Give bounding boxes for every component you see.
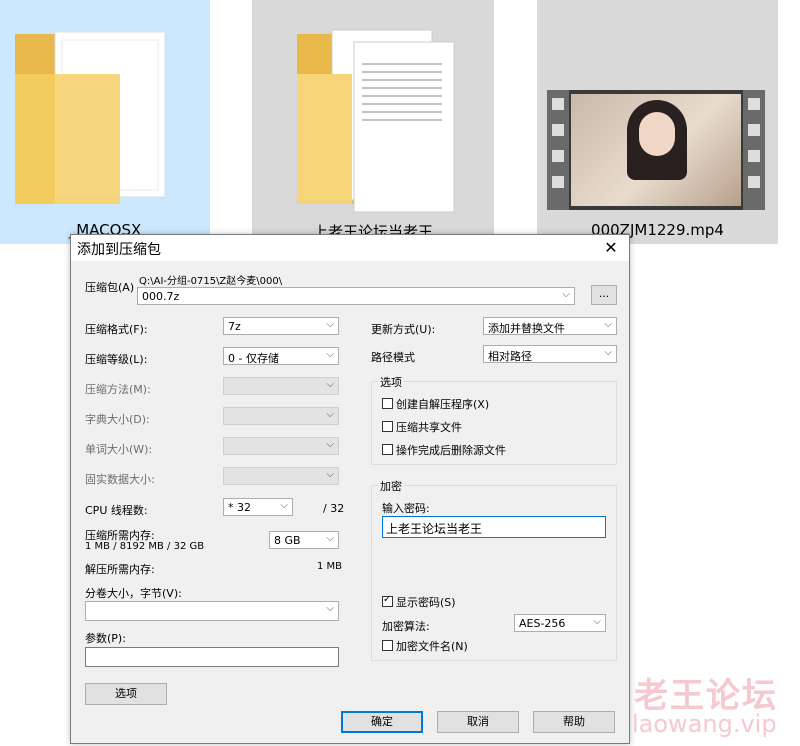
chevron-down-icon: ⌵ bbox=[326, 439, 334, 450]
show-password-checkbox[interactable] bbox=[382, 594, 393, 607]
shared-checkbox[interactable] bbox=[382, 421, 393, 432]
solid-select: ⌵ bbox=[223, 467, 339, 485]
path-mode-value: 相对路径 bbox=[488, 350, 532, 363]
threads-select[interactable]: * 32 ⌵ bbox=[223, 498, 293, 516]
video-thumbnail bbox=[547, 90, 765, 210]
chevron-down-icon: ⌵ bbox=[326, 533, 334, 544]
password-input[interactable]: 上老王论坛当老王 bbox=[382, 516, 606, 538]
chevron-down-icon: ⌵ bbox=[326, 379, 334, 390]
mem-compress-value: 8 GB bbox=[274, 534, 301, 547]
level-value: 0 - 仅存储 bbox=[228, 352, 279, 365]
mem-decompress-value: 1 MB bbox=[317, 561, 343, 572]
volume-combo[interactable]: ⌵ bbox=[85, 601, 339, 621]
title-bar: 添加到压缩包 ✕ bbox=[71, 235, 629, 261]
chevron-down-icon: ⌵ bbox=[326, 603, 334, 614]
cancel-button[interactable]: 取消 bbox=[437, 711, 519, 733]
chevron-down-icon: ⌵ bbox=[326, 319, 334, 330]
help-button[interactable]: 帮助 bbox=[533, 711, 615, 733]
chevron-down-icon: ⌵ bbox=[280, 500, 288, 511]
explorer-item-video[interactable]: 000ZJM1229.mp4 bbox=[537, 0, 778, 244]
word-select: ⌵ bbox=[223, 437, 339, 455]
format-select[interactable]: 7z ⌵ bbox=[223, 317, 339, 335]
chevron-down-icon: ⌵ bbox=[326, 469, 334, 480]
watermark-url: laowang.vip bbox=[632, 710, 777, 738]
browse-button[interactable]: ... bbox=[591, 285, 617, 305]
encryption-method-label: 加密算法: bbox=[382, 620, 430, 633]
encryption-group: 加密 输入密码: 上老王论坛当老王 显示密码(S) 加密算法: AES-256 … bbox=[371, 478, 617, 661]
chevron-down-icon: ⌵ bbox=[604, 347, 612, 358]
method-select: ⌵ bbox=[223, 377, 339, 395]
encrypt-names-checkbox[interactable] bbox=[382, 640, 393, 651]
explorer-item-macosx[interactable]: _MACOSX bbox=[0, 0, 210, 244]
mem-compress-select[interactable]: 8 GB ⌵ bbox=[269, 531, 339, 549]
update-mode-value: 添加并替换文件 bbox=[488, 322, 565, 335]
folder-icon bbox=[297, 29, 455, 213]
mem-decompress-label: 解压所需内存: bbox=[85, 563, 155, 576]
archive-label: 压缩包(A) bbox=[85, 281, 135, 294]
show-password-label: 显示密码(S) bbox=[396, 596, 456, 609]
chevron-down-icon: ⌵ bbox=[593, 616, 601, 627]
threads-label: CPU 线程数: bbox=[85, 504, 148, 517]
ok-button[interactable]: 确定 bbox=[341, 711, 423, 733]
archive-path: Q:\AI-分组-0715\Z赵今麦\000\ bbox=[139, 276, 283, 287]
level-label: 压缩等级(L): bbox=[85, 353, 148, 366]
encryption-group-title: 加密 bbox=[378, 478, 404, 494]
threads-value: * 32 bbox=[228, 501, 251, 514]
path-mode-select[interactable]: 相对路径 ⌵ bbox=[483, 345, 617, 363]
options-button[interactable]: 选项 bbox=[85, 683, 167, 705]
explorer-item-folder[interactable]: 上老王论坛当老王 bbox=[252, 0, 494, 244]
update-mode-select[interactable]: 添加并替换文件 ⌵ bbox=[483, 317, 617, 335]
dialog-title: 添加到压缩包 bbox=[77, 242, 161, 258]
threads-max: / 32 bbox=[323, 502, 345, 515]
params-label: 参数(P): bbox=[85, 632, 126, 645]
path-mode-label: 路径模式 bbox=[371, 351, 415, 364]
format-label: 压缩格式(F): bbox=[85, 323, 148, 336]
delete-label: 操作完成后删除源文件 bbox=[396, 444, 506, 457]
dict-select: ⌵ bbox=[223, 407, 339, 425]
folder-icon bbox=[15, 31, 166, 204]
dict-label: 字典大小(D): bbox=[85, 413, 150, 426]
delete-checkbox[interactable] bbox=[382, 444, 393, 455]
close-icon[interactable]: ✕ bbox=[599, 237, 623, 259]
shared-label: 压缩共享文件 bbox=[396, 421, 462, 434]
encrypt-names-label: 加密文件名(N) bbox=[396, 640, 468, 653]
archive-name-value: 000.7z bbox=[142, 290, 180, 303]
mem-compress-detail: 1 MB / 8192 MB / 32 GB bbox=[85, 541, 205, 552]
volume-label: 分卷大小，字节(V): bbox=[85, 587, 182, 600]
chevron-down-icon: ⌵ bbox=[562, 289, 570, 300]
encryption-method-select[interactable]: AES-256 ⌵ bbox=[514, 614, 606, 632]
password-label: 输入密码: bbox=[382, 502, 430, 515]
add-to-archive-dialog: 添加到压缩包 ✕ 压缩包(A) Q:\AI-分组-0715\Z赵今麦\000\ … bbox=[70, 234, 630, 744]
sfx-checkbox[interactable] bbox=[382, 398, 393, 409]
sfx-label: 创建自解压程序(X) bbox=[396, 398, 490, 411]
archive-name-combo[interactable]: 000.7z ⌵ bbox=[137, 287, 575, 305]
chevron-down-icon: ⌵ bbox=[604, 319, 612, 330]
options-group: 选项 创建自解压程序(X) 压缩共享文件 操作完成后删除源文件 bbox=[371, 374, 617, 465]
word-label: 单词大小(W): bbox=[85, 443, 153, 456]
password-value: 上老王论坛当老王 bbox=[386, 522, 483, 536]
solid-label: 固实数据大小: bbox=[85, 473, 155, 486]
chevron-down-icon: ⌵ bbox=[326, 409, 334, 420]
method-label: 压缩方法(M): bbox=[85, 383, 151, 396]
chevron-down-icon: ⌵ bbox=[326, 349, 334, 360]
level-select[interactable]: 0 - 仅存储 ⌵ bbox=[223, 347, 339, 365]
params-input[interactable] bbox=[85, 647, 339, 667]
encryption-method-value: AES-256 bbox=[519, 617, 566, 630]
format-value: 7z bbox=[228, 320, 241, 333]
update-mode-label: 更新方式(U): bbox=[371, 323, 436, 336]
options-group-title: 选项 bbox=[378, 374, 404, 390]
